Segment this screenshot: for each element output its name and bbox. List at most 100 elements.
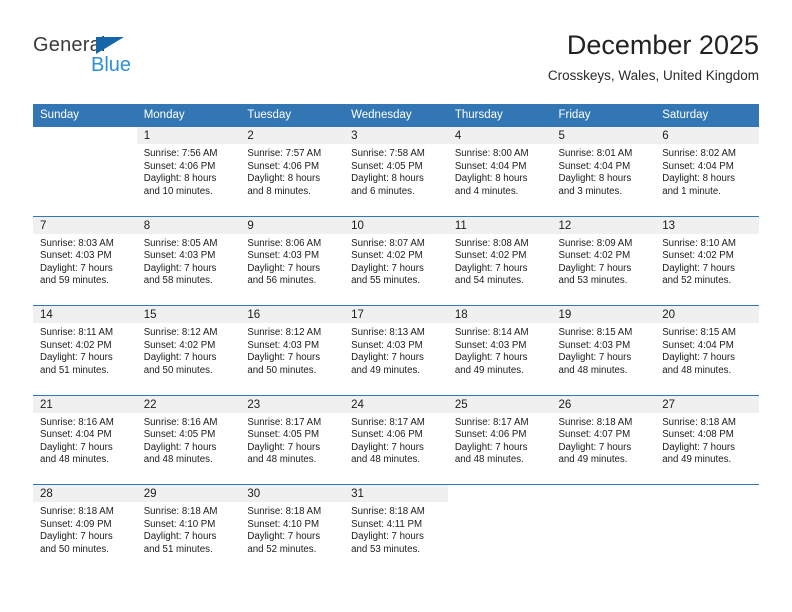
sunrise-line: Sunrise: 8:18 AM xyxy=(247,506,322,517)
sunrise-line: Sunrise: 8:11 AM xyxy=(40,327,114,338)
calendar-day-cell[interactable]: 23 Sunrise: 8:17 AM Sunset: 4:05 PM Dayligh… xyxy=(240,394,345,485)
daylight-line: Daylight: 7 hours xyxy=(351,262,424,274)
calendar-day-cell[interactable]: 27 Sunrise: 8:18 AM Sunset: 4:08 PM Dayligh… xyxy=(655,394,759,485)
calendar-day-cell[interactable]: 18 Sunrise: 8:14 AM Sunset: 4:03 PM Dayligh… xyxy=(447,305,552,395)
calendar-day-cell[interactable]: 12 Sunrise: 8:09 AM Sunset: 4:02 PM Dayligh… xyxy=(551,215,656,306)
calendar-week-row: 7 Sunrise: 8:03 AM Sunset: 4:03 PM Daylight… xyxy=(33,215,759,306)
weekday-header-monday: Monday xyxy=(136,104,241,127)
day-details xyxy=(33,144,137,148)
calendar-day-cell xyxy=(447,484,552,574)
daylight-line-cont: and 48 minutes. xyxy=(454,454,524,466)
day-details xyxy=(655,502,759,506)
daylight-line-cont: and 51 minutes. xyxy=(40,364,109,376)
daylight-line: Daylight: 7 hours xyxy=(40,262,113,274)
calendar-day-cell[interactable]: 14 Sunrise: 8:11 AM Sunset: 4:02 PM Dayligh… xyxy=(33,305,137,395)
sunset-line: Sunset: 4:05 PM xyxy=(143,429,216,441)
day-cell-inner: 26 Sunrise: 8:18 AM Sunset: 4:07 PM Dayligh… xyxy=(551,395,656,485)
sunset-line: Sunset: 4:03 PM xyxy=(454,339,527,351)
weekday-header-wednesday: Wednesday xyxy=(344,104,448,127)
daylight-line: Daylight: 7 hours xyxy=(454,441,528,453)
calendar-day-cell[interactable]: 4 Sunrise: 8:00 AM Sunset: 4:04 PM Daylight… xyxy=(447,127,552,216)
daylight-line-cont: and 54 minutes. xyxy=(454,275,524,287)
daylight-line-cont: and 48 minutes. xyxy=(662,364,732,376)
calendar-day-cell[interactable]: 11 Sunrise: 8:08 AM Sunset: 4:02 PM Dayligh… xyxy=(447,215,552,306)
daylight-line: Daylight: 8 hours xyxy=(454,173,528,185)
day-details: Sunrise: 8:05 AM Sunset: 4:03 PM Daylight:… xyxy=(137,234,241,288)
day-details: Sunrise: 8:18 AM Sunset: 4:08 PM Daylight:… xyxy=(655,413,759,467)
sunrise-line: Sunrise: 8:18 AM xyxy=(40,506,114,517)
sunrise-line: Sunrise: 8:12 AM xyxy=(143,327,218,338)
day-number: 17 xyxy=(344,306,448,323)
sunset-line: Sunset: 4:04 PM xyxy=(558,160,631,172)
sunrise-line: Sunrise: 8:16 AM xyxy=(143,416,218,428)
daylight-line: Daylight: 7 hours xyxy=(558,352,632,364)
sunset-line: Sunset: 4:02 PM xyxy=(558,250,631,262)
day-cell-inner xyxy=(33,127,137,216)
calendar-day-cell[interactable]: 22 Sunrise: 8:16 AM Sunset: 4:05 PM Dayligh… xyxy=(136,394,241,485)
daylight-line: Daylight: 7 hours xyxy=(247,352,321,364)
calendar-day-cell[interactable]: 16 Sunrise: 8:12 AM Sunset: 4:03 PM Dayligh… xyxy=(240,305,345,395)
calendar-day-cell[interactable]: 19 Sunrise: 8:15 AM Sunset: 4:03 PM Dayligh… xyxy=(551,305,656,395)
calendar-day-cell[interactable]: 13 Sunrise: 8:10 AM Sunset: 4:02 PM Dayligh… xyxy=(655,215,759,306)
sunset-line: Sunset: 4:04 PM xyxy=(662,339,734,351)
calendar-day-cell[interactable]: 15 Sunrise: 8:12 AM Sunset: 4:02 PM Dayligh… xyxy=(136,305,241,395)
calendar-day-cell[interactable]: 25 Sunrise: 8:17 AM Sunset: 4:06 PM Dayligh… xyxy=(447,394,552,485)
daylight-line-cont: and 4 minutes. xyxy=(454,185,519,197)
day-details: Sunrise: 8:15 AM Sunset: 4:04 PM Daylight:… xyxy=(655,323,759,377)
calendar-page: General Blue December 2025 Crosskeys, Wa… xyxy=(0,0,792,612)
day-number: 5 xyxy=(551,127,656,144)
calendar-day-cell[interactable]: 10 Sunrise: 8:07 AM Sunset: 4:02 PM Dayligh… xyxy=(344,215,448,306)
daylight-line-cont: and 48 minutes. xyxy=(247,454,317,466)
calendar-day-cell[interactable]: 5 Sunrise: 8:01 AM Sunset: 4:04 PM Daylight… xyxy=(551,127,656,216)
sunset-line: Sunset: 4:08 PM xyxy=(662,429,734,441)
calendar-day-cell xyxy=(33,127,137,216)
sunrise-line: Sunrise: 8:16 AM xyxy=(40,416,114,428)
day-number: 22 xyxy=(136,395,241,413)
day-number: 12 xyxy=(551,216,656,234)
day-cell-inner: 4 Sunrise: 8:00 AM Sunset: 4:04 PM Daylight… xyxy=(447,127,552,216)
sunset-line: Sunset: 4:03 PM xyxy=(558,339,631,351)
calendar-day-cell[interactable]: 6 Sunrise: 8:02 AM Sunset: 4:04 PM Daylight… xyxy=(655,127,759,216)
daylight-line: Daylight: 7 hours xyxy=(40,441,113,453)
daylight-line-cont: and 8 minutes. xyxy=(247,185,311,197)
day-number: 8 xyxy=(136,216,241,234)
day-number xyxy=(552,485,656,502)
sunrise-line: Sunrise: 8:17 AM xyxy=(351,416,425,428)
sunrise-line: Sunrise: 8:14 AM xyxy=(454,327,529,338)
calendar-day-cell[interactable]: 26 Sunrise: 8:18 AM Sunset: 4:07 PM Dayligh… xyxy=(551,394,656,485)
calendar-day-cell[interactable]: 24 Sunrise: 8:17 AM Sunset: 4:06 PM Dayligh… xyxy=(344,394,448,485)
calendar-day-cell[interactable]: 29 Sunrise: 8:18 AM Sunset: 4:10 PM Dayligh… xyxy=(136,484,241,574)
sunrise-line: Sunrise: 8:08 AM xyxy=(454,237,529,249)
sunrise-line: Sunrise: 8:07 AM xyxy=(351,237,425,249)
day-details: Sunrise: 8:18 AM Sunset: 4:11 PM Daylight:… xyxy=(344,502,448,556)
calendar-day-cell[interactable]: 17 Sunrise: 8:13 AM Sunset: 4:03 PM Dayligh… xyxy=(344,305,448,395)
daylight-line: Daylight: 8 hours xyxy=(662,173,735,185)
calendar-day-cell[interactable]: 2 Sunrise: 7:57 AM Sunset: 4:06 PM Daylight… xyxy=(240,127,345,216)
daylight-line-cont: and 10 minutes. xyxy=(143,185,213,197)
calendar-day-cell[interactable]: 8 Sunrise: 8:05 AM Sunset: 4:03 PM Daylight… xyxy=(136,215,241,306)
calendar-day-cell[interactable]: 3 Sunrise: 7:58 AM Sunset: 4:05 PM Daylight… xyxy=(344,127,448,216)
calendar-day-cell xyxy=(551,484,656,574)
calendar-day-cell[interactable]: 28 Sunrise: 8:18 AM Sunset: 4:09 PM Dayligh… xyxy=(33,484,137,574)
day-details: Sunrise: 7:58 AM Sunset: 4:05 PM Daylight:… xyxy=(344,144,448,198)
day-number: 4 xyxy=(447,127,552,144)
calendar-day-cell[interactable]: 1 Sunrise: 7:56 AM Sunset: 4:06 PM Daylight… xyxy=(136,127,241,216)
calendar-day-cell[interactable]: 9 Sunrise: 8:06 AM Sunset: 4:03 PM Daylight… xyxy=(240,215,345,306)
brand-logo[interactable]: General Blue xyxy=(33,34,213,88)
day-details xyxy=(448,502,552,506)
daylight-line-cont: and 52 minutes. xyxy=(662,275,732,287)
day-details: Sunrise: 8:02 AM Sunset: 4:04 PM Daylight:… xyxy=(655,144,759,198)
calendar-day-cell[interactable]: 21 Sunrise: 8:16 AM Sunset: 4:04 PM Dayligh… xyxy=(33,394,137,485)
calendar-day-cell[interactable]: 20 Sunrise: 8:15 AM Sunset: 4:04 PM Dayligh… xyxy=(655,305,759,395)
calendar-day-cell[interactable]: 7 Sunrise: 8:03 AM Sunset: 4:03 PM Daylight… xyxy=(33,215,137,306)
calendar-week-row: 14 Sunrise: 8:11 AM Sunset: 4:02 PM Dayligh… xyxy=(33,305,759,395)
sunrise-line: Sunrise: 7:57 AM xyxy=(247,148,322,159)
calendar-day-cell[interactable]: 30 Sunrise: 8:18 AM Sunset: 4:10 PM Dayligh… xyxy=(240,484,345,574)
day-details: Sunrise: 8:01 AM Sunset: 4:04 PM Daylight:… xyxy=(552,144,656,198)
daylight-line-cont: and 55 minutes. xyxy=(351,275,421,287)
day-number: 14 xyxy=(33,306,137,323)
daylight-line: Daylight: 7 hours xyxy=(143,262,217,274)
calendar-day-cell[interactable]: 31 Sunrise: 8:18 AM Sunset: 4:11 PM Dayligh… xyxy=(344,484,448,574)
sunset-line: Sunset: 4:06 PM xyxy=(143,160,216,172)
day-number: 3 xyxy=(344,127,448,144)
